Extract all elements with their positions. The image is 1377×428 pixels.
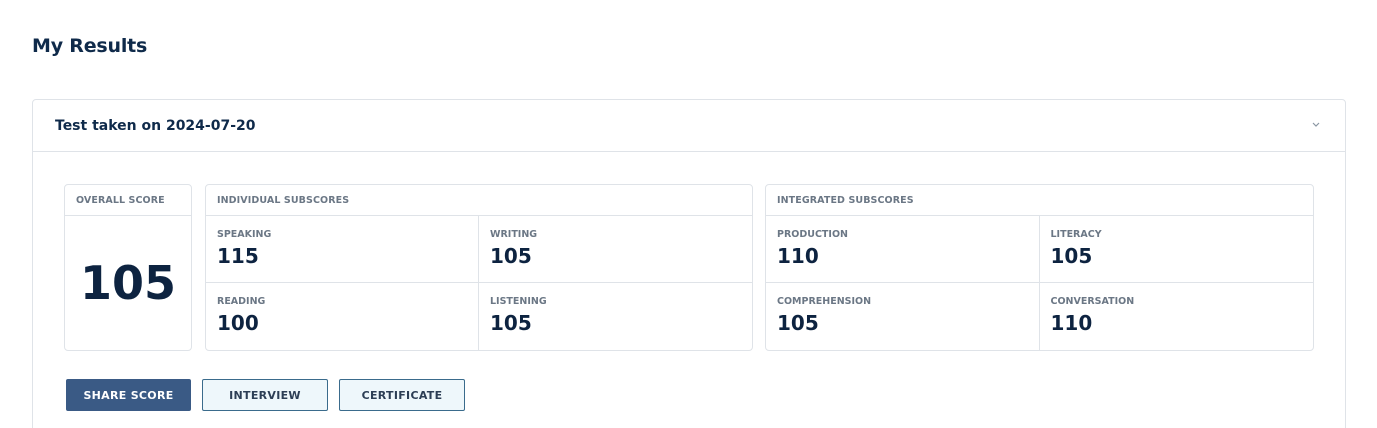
- individual-subscores-label: Individual Subscores: [206, 185, 752, 216]
- subscore-label: Production: [777, 229, 848, 240]
- subscore-label: Literacy: [1050, 229, 1102, 240]
- subscore-label: Reading: [217, 296, 266, 307]
- test-result-header[interactable]: Test taken on 2024-07-20: [33, 100, 1345, 152]
- subscore-literacy: Literacy 105: [1039, 216, 1313, 283]
- page-title: My Results: [32, 35, 148, 57]
- subscore-value: 110: [1050, 311, 1093, 335]
- subscore-speaking: Speaking 115: [206, 216, 479, 283]
- subscore-value: 110: [777, 244, 819, 268]
- subscore-comprehension: Comprehension 105: [766, 283, 1040, 350]
- subscore-value: 100: [217, 311, 259, 335]
- integrated-subscores-box: Integrated Subscores Production 110 Lite…: [765, 184, 1314, 351]
- subscore-label: Listening: [490, 296, 547, 307]
- certificate-button[interactable]: CERTIFICATE: [339, 379, 465, 411]
- subscore-label: Comprehension: [777, 296, 872, 307]
- integrated-subscores-label: Integrated Subscores: [766, 185, 1313, 216]
- subscore-listening: Listening 105: [479, 283, 752, 350]
- integrated-subscores-grid: Production 110 Literacy 105 Comprehensio…: [766, 216, 1313, 350]
- overall-score-label: Overall Score: [65, 185, 191, 216]
- subscore-label: Speaking: [217, 229, 272, 240]
- subscore-writing: Writing 105: [479, 216, 752, 283]
- results-page: My Results Test taken on 2024-07-20 Over…: [0, 0, 1377, 428]
- individual-subscores-box: Individual Subscores Speaking 115 Writin…: [205, 184, 753, 351]
- subscore-conversation: Conversation 110: [1040, 283, 1314, 350]
- share-score-button[interactable]: SHARE SCORE: [66, 379, 191, 411]
- subscore-production: Production 110: [766, 216, 1040, 283]
- interview-button[interactable]: INTERVIEW: [202, 379, 328, 411]
- overall-score-box: Overall Score 105: [64, 184, 192, 351]
- test-date-title: Test taken on 2024-07-20: [55, 117, 256, 134]
- individual-subscores-grid: Speaking 115 Writing 105 Reading 100 Lis…: [206, 216, 752, 350]
- chevron-down-icon[interactable]: [1309, 118, 1323, 132]
- test-result-card: Test taken on 2024-07-20 Overall Score 1…: [32, 99, 1346, 428]
- subscore-value: 105: [490, 244, 532, 268]
- subscore-label: Writing: [490, 229, 538, 240]
- overall-score-value: 105: [79, 256, 177, 310]
- subscore-value: 105: [777, 311, 819, 335]
- subscore-value: 115: [217, 244, 259, 268]
- subscore-value: 105: [490, 311, 532, 335]
- subscore-reading: Reading 100: [206, 283, 479, 350]
- subscore-label: Conversation: [1050, 296, 1135, 307]
- subscore-value: 105: [1050, 244, 1093, 268]
